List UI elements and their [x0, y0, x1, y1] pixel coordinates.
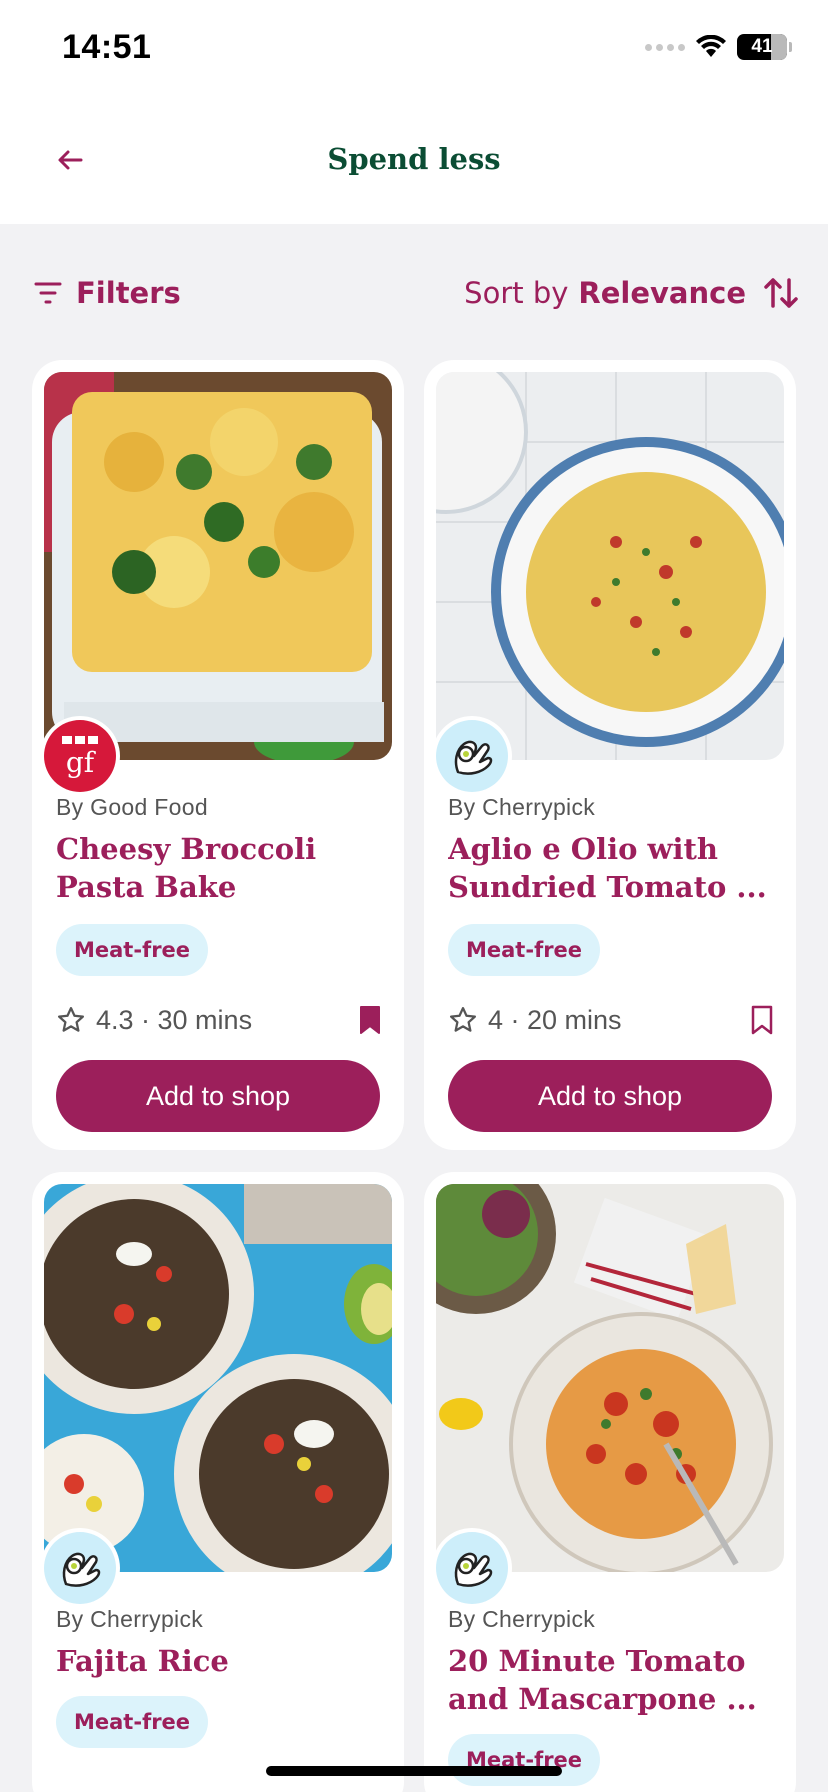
- diet-tag: Meat-free: [56, 924, 209, 976]
- svg-text:gf: gf: [66, 746, 97, 779]
- recipe-source: By Cherrypick: [448, 794, 596, 820]
- recipe-title-line: Sundried Tomato ...: [448, 870, 767, 904]
- rating-time: 4 · 20 mins: [448, 1005, 622, 1036]
- recipe-card[interactable]: By Cherrypick Fajita Rice Meat-free: [32, 1172, 404, 1792]
- page-header: Spend less: [0, 100, 828, 224]
- sort-button[interactable]: Sort by Relevance: [464, 276, 798, 310]
- diet-tag: Meat-free: [56, 1696, 209, 1748]
- battery-icon: 41: [737, 34, 787, 60]
- recipe-card[interactable]: gf By Good Food Cheesy Broccoli Pasta Ba…: [32, 360, 404, 1150]
- filter-sort-bar: Filters Sort by Relevance: [0, 270, 828, 330]
- recipe-card[interactable]: By Cherrypick 20 Minute Tomato and Masca…: [424, 1172, 796, 1792]
- rating-text: 4.3 · 30 mins: [96, 1004, 253, 1035]
- recipe-title[interactable]: Cheesy Broccoli Pasta Bake: [56, 830, 386, 906]
- filters-label: Filters: [76, 276, 181, 310]
- bookmark-button[interactable]: [358, 1005, 382, 1035]
- page-title: Spend less: [327, 142, 501, 176]
- sort-arrows-icon: [764, 278, 798, 308]
- sort-value: Relevance: [578, 276, 746, 310]
- recipe-title[interactable]: Aglio e Olio with Sundried Tomato ...: [448, 830, 778, 906]
- source-logo: gf: [40, 716, 120, 796]
- bookmark-button[interactable]: [750, 1005, 774, 1035]
- recipe-source: By Good Food: [56, 794, 208, 820]
- wifi-icon: [696, 35, 726, 57]
- rating-time: 4.3 · 30 mins: [56, 1005, 252, 1036]
- recipe-source: By Cherrypick: [56, 1606, 204, 1632]
- rating-text: 4 · 20 mins: [488, 1004, 622, 1035]
- cherrypick-logo: [436, 1532, 508, 1604]
- recipe-title-line: Pasta Bake: [56, 870, 237, 904]
- recipe-image: [436, 1184, 784, 1572]
- recipe-card[interactable]: By Cherrypick Aglio e Olio with Sundried…: [424, 360, 796, 1150]
- recipe-title-line: 20 Minute Tomato: [448, 1644, 746, 1678]
- recipe-meta: 4.3 · 30 mins: [56, 1000, 382, 1040]
- source-logo: [432, 716, 512, 796]
- star-icon: [450, 1007, 476, 1032]
- cellular-signal-icon: [645, 43, 685, 51]
- sort-prefix: Sort by: [464, 276, 569, 310]
- recipe-title-line: Fajita Rice: [56, 1644, 229, 1678]
- recipe-source: By Cherrypick: [448, 1606, 596, 1632]
- filter-icon: [34, 282, 62, 304]
- source-logo: [432, 1528, 512, 1608]
- cherrypick-logo: [44, 1532, 116, 1604]
- recipe-meta: 4 · 20 mins: [448, 1000, 774, 1040]
- filters-button[interactable]: Filters: [34, 276, 181, 310]
- bookmark-filled-icon: [360, 1006, 380, 1034]
- status-bar: 14:51 41: [0, 0, 828, 100]
- bookmark-outline-icon: [751, 1005, 773, 1035]
- recipe-title-line: Aglio e Olio with: [448, 832, 718, 866]
- star-icon: [58, 1007, 84, 1032]
- recipe-title[interactable]: Fajita Rice: [56, 1642, 386, 1680]
- home-indicator[interactable]: [266, 1766, 562, 1776]
- add-to-shop-button[interactable]: Add to shop: [56, 1060, 380, 1132]
- recipe-title-line: and Mascarpone ...: [448, 1682, 757, 1716]
- add-to-shop-button[interactable]: Add to shop: [448, 1060, 772, 1132]
- diet-tag: Meat-free: [448, 1734, 601, 1786]
- recipe-image: [44, 1184, 392, 1572]
- cherrypick-logo: [436, 720, 508, 792]
- recipe-image: [44, 372, 392, 760]
- bbc-good-food-logo: gf: [44, 720, 116, 792]
- source-logo: [40, 1528, 120, 1608]
- diet-tag: Meat-free: [448, 924, 601, 976]
- recipe-title[interactable]: 20 Minute Tomato and Mascarpone ...: [448, 1642, 778, 1718]
- status-time: 14:51: [62, 28, 152, 66]
- recipe-title-line: Cheesy Broccoli: [56, 832, 317, 866]
- status-icons: 41: [645, 34, 792, 60]
- battery-level: 41: [751, 36, 773, 57]
- recipe-image: [436, 372, 784, 760]
